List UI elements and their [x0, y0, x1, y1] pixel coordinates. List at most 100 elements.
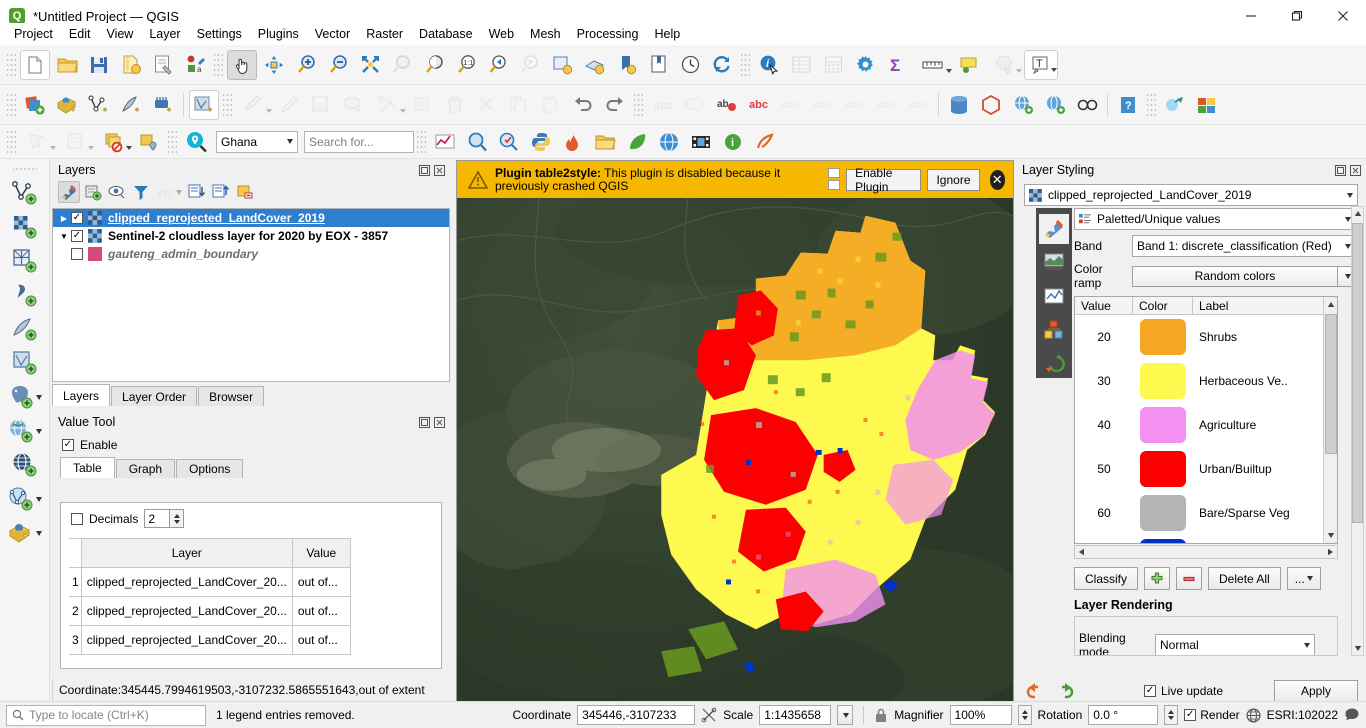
crs-value[interactable]: ESRI:102022	[1267, 708, 1338, 722]
place-scope-combo[interactable]: Ghana	[216, 130, 298, 153]
spinner-down-icon-3[interactable]	[1168, 716, 1175, 720]
zoom-to-layer-icon[interactable]	[419, 50, 449, 80]
add-wms-layer-icon[interactable]	[3, 415, 47, 447]
layers-tree[interactable]: ▶ ✓ clipped_reprojected_LandCover_2019 ▼…	[52, 208, 450, 382]
paste-features-icon[interactable]	[536, 90, 566, 120]
save-project-icon[interactable]	[84, 50, 114, 80]
tab-layers[interactable]: Layers	[52, 384, 111, 406]
class-row[interactable]: 30 Herbaceous Ve..	[1075, 359, 1337, 403]
deselect-features-icon[interactable]	[96, 127, 132, 157]
chevron-down-icon-13[interactable]	[35, 530, 42, 536]
qgis-plugin-fire-icon[interactable]	[558, 127, 588, 157]
scroll-down-icon[interactable]	[1324, 527, 1337, 543]
close-icon[interactable]: ✕	[989, 169, 1005, 190]
layer-row-landcover[interactable]: ▶ ✓ clipped_reprojected_LandCover_2019	[53, 209, 449, 227]
swipe-plugin-icon[interactable]	[750, 127, 780, 157]
semi-automatic-classification-icon[interactable]	[1192, 90, 1222, 120]
metadata-plugin-icon[interactable]: i	[718, 127, 748, 157]
class-color-swatch[interactable]	[1133, 319, 1193, 355]
spinner-down-icon-2[interactable]	[1021, 716, 1028, 720]
table-row[interactable]: 2 clipped_reprojected_LandCover_20... ou…	[69, 596, 351, 626]
menu-help[interactable]: Help	[646, 25, 688, 43]
add-spatialite-layer-icon[interactable]	[8, 313, 42, 345]
zoom-out-icon[interactable]	[323, 50, 353, 80]
tab-history[interactable]	[1039, 348, 1069, 378]
add-delimited-text-layer-icon[interactable]	[8, 279, 42, 311]
toggle-editing-icon[interactable]	[274, 90, 304, 120]
class-row[interactable]: 40 Agriculture	[1075, 403, 1337, 447]
classification-vertical-scrollbar[interactable]	[1323, 297, 1337, 543]
menu-mesh[interactable]: Mesh	[522, 25, 569, 43]
close-panel-icon-3[interactable]	[1349, 164, 1361, 176]
delete-entry-icon[interactable]	[1176, 567, 1203, 590]
add-wfs-layer-icon[interactable]	[3, 483, 47, 515]
add-raster-layer-icon[interactable]	[8, 211, 42, 243]
tab-histogram[interactable]	[1039, 281, 1069, 311]
options-icon[interactable]	[850, 50, 880, 80]
scrollbar-thumb[interactable]	[1325, 314, 1337, 454]
undock-icon[interactable]	[418, 164, 430, 176]
help-contents-icon[interactable]: ?	[1113, 90, 1143, 120]
add-wcs-layer-icon[interactable]	[8, 449, 42, 481]
tab-graph[interactable]: Graph	[115, 459, 176, 478]
temporal-controller-icon[interactable]	[675, 50, 705, 80]
zoom-in-icon[interactable]	[291, 50, 321, 80]
add-entry-icon[interactable]	[1144, 567, 1171, 590]
chevron-down-icon-11[interactable]	[35, 428, 42, 434]
show-hide-labels-icon[interactable]: abc	[871, 90, 901, 120]
scale-dropdown-button[interactable]	[837, 705, 854, 725]
class-color-swatch[interactable]	[1133, 539, 1193, 543]
copy-features-icon[interactable]	[504, 90, 534, 120]
film-plugin-icon[interactable]	[686, 127, 716, 157]
undock-icon-2[interactable]	[418, 416, 430, 428]
zoom-last-icon[interactable]	[483, 50, 513, 80]
menu-processing[interactable]: Processing	[569, 25, 647, 43]
class-color-swatch[interactable]	[1133, 363, 1193, 399]
add-raster-layer-icon[interactable]	[52, 90, 82, 120]
menu-layer[interactable]: Layer	[141, 25, 188, 43]
zoom-full-icon[interactable]	[355, 50, 385, 80]
toolbar-grip-9[interactable]	[168, 129, 177, 154]
map-canvas[interactable]: Plugin table2style: This plugin is disab…	[456, 160, 1014, 705]
magnifier-spinner[interactable]	[1017, 705, 1032, 725]
add-feature-icon[interactable]	[338, 90, 368, 120]
decimals-checkbox[interactable]	[71, 512, 83, 525]
chevron-down-icon-14[interactable]	[176, 189, 182, 195]
table-row[interactable]: 3 clipped_reprojected_LandCover_20... ou…	[69, 625, 351, 655]
styling-scroll-up-icon[interactable]	[1352, 207, 1363, 221]
toolbar-grip-3[interactable]	[741, 52, 750, 77]
chevron-down-icon-9[interactable]	[287, 139, 293, 144]
delete-selected-icon[interactable]	[440, 90, 470, 120]
chevron-down-icon-21[interactable]	[843, 712, 850, 718]
toolbar-grip-2[interactable]	[214, 52, 223, 77]
rotate-label-icon[interactable]: abc	[807, 90, 837, 120]
classification-horizontal-scrollbar[interactable]	[1074, 545, 1338, 559]
text-annotation-icon[interactable]: T	[1024, 49, 1058, 80]
add-vector-layer-icon[interactable]	[8, 177, 42, 209]
add-mesh-layer-icon[interactable]	[148, 90, 178, 120]
close-panel-icon-2[interactable]	[433, 416, 445, 428]
scale-input[interactable]: 1:1435658	[759, 705, 832, 725]
save-project-as-icon[interactable]	[116, 50, 146, 80]
table-row[interactable]: 1 clipped_reprojected_LandCover_20... ou…	[69, 567, 351, 597]
plugin-chart-icon[interactable]	[430, 127, 460, 157]
pan-map-icon[interactable]	[227, 49, 257, 80]
add-virtual-layer-icon[interactable]	[3, 517, 47, 549]
leaf-plugin-icon[interactable]	[622, 127, 652, 157]
change-label-properties-icon[interactable]: abc	[839, 90, 869, 120]
new-map-bookmark-icon[interactable]	[611, 50, 641, 80]
decimals-input[interactable]: 2	[144, 509, 171, 528]
live-update-checkbox[interactable]: ✓	[1144, 685, 1156, 697]
undo-icon[interactable]	[568, 90, 598, 120]
new-map-view-icon[interactable]	[547, 50, 577, 80]
highlight-labels-icon[interactable]: ab	[711, 90, 741, 120]
class-color-swatch[interactable]	[1133, 451, 1193, 487]
vertex-tool-icon[interactable]	[370, 90, 406, 120]
render-checkbox[interactable]: ✓	[1184, 709, 1197, 721]
undo-icon[interactable]	[1024, 680, 1046, 702]
python-console-icon[interactable]	[526, 127, 556, 157]
menu-edit[interactable]: Edit	[61, 25, 99, 43]
zoom-next-icon[interactable]	[515, 50, 545, 80]
label-toolbar-extra-icon[interactable]: abc	[903, 90, 933, 120]
geopackage-icon[interactable]	[976, 90, 1006, 120]
